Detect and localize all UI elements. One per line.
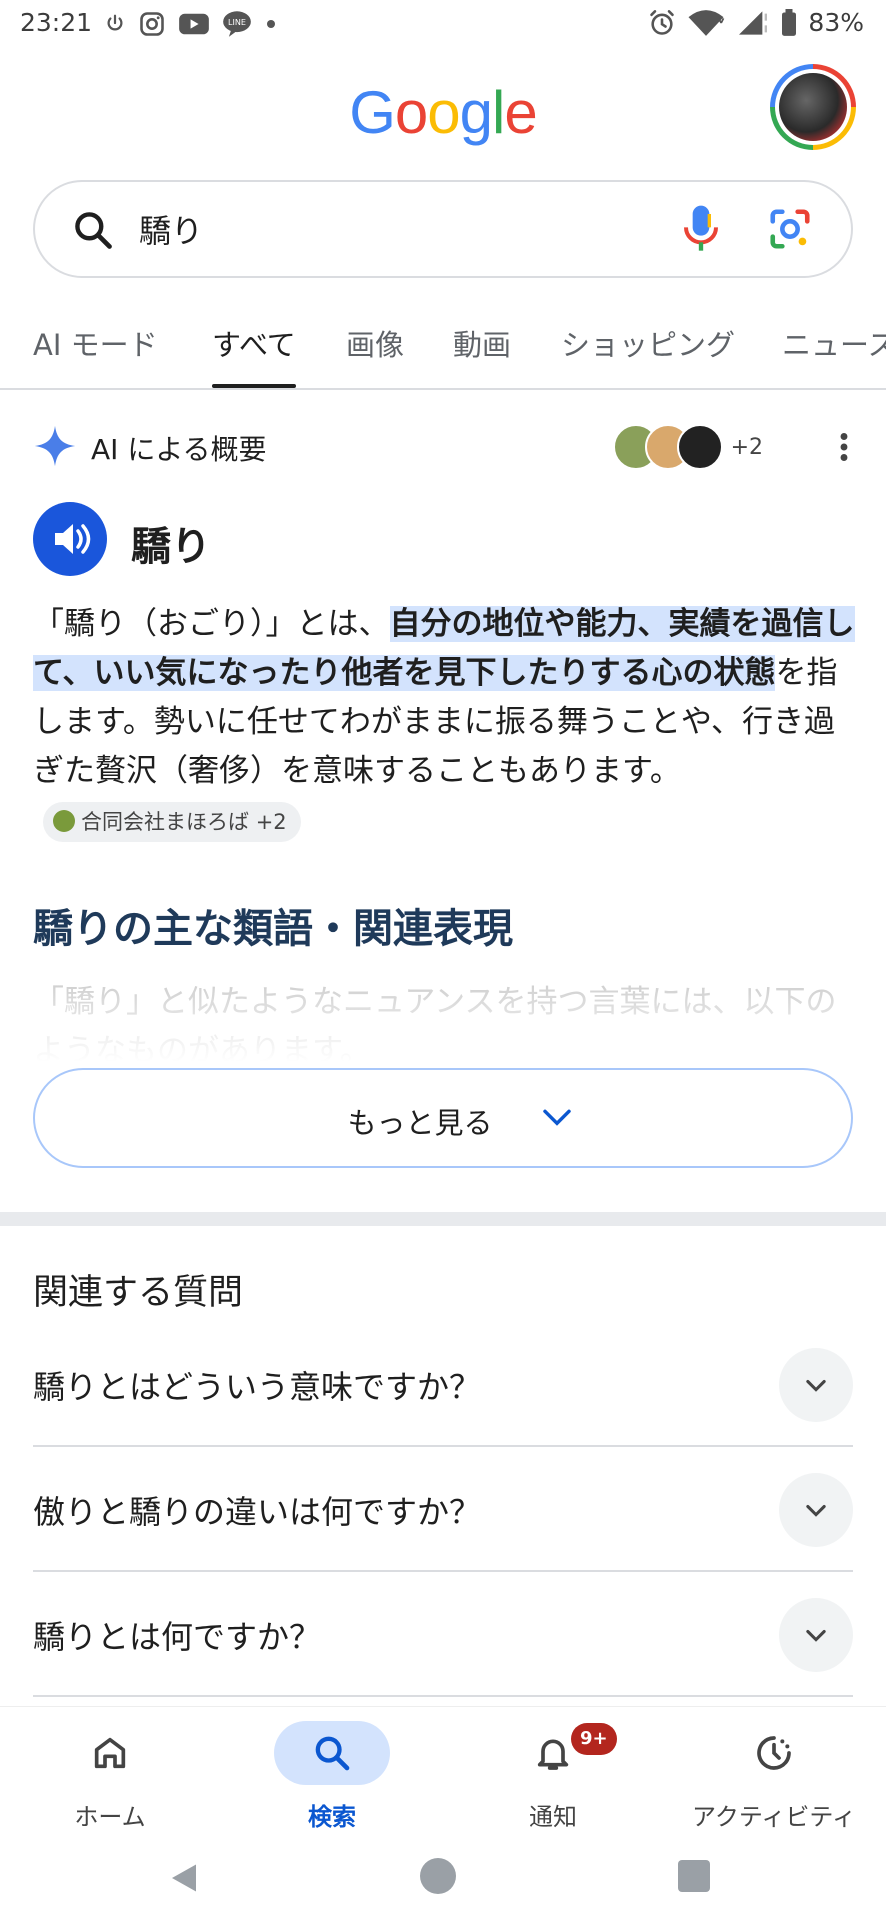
search-input[interactable]: 驕り — [139, 206, 203, 252]
alarm-icon — [650, 9, 675, 35]
nav-home-label: ホーム — [74, 1803, 146, 1831]
chevron-down-icon — [806, 1379, 826, 1392]
instagram-icon — [140, 12, 164, 36]
ai-subheading: 驕りの主な類語・関連表現 — [33, 906, 513, 952]
notification-badge: 9+ — [571, 1723, 617, 1755]
home-icon — [94, 1737, 126, 1769]
back-icon[interactable] — [166, 1860, 202, 1896]
search-tabs: AI モード すべて 画像 動画 ショッピング ニュース — [0, 310, 886, 390]
tab-shopping[interactable]: ショッピング — [561, 322, 735, 388]
nav-search[interactable]: 検索 — [232, 1715, 432, 1831]
activity-icon — [757, 1736, 791, 1770]
status-time: 23:21 — [20, 8, 93, 37]
svg-text:LINE: LINE — [228, 18, 246, 27]
section-divider — [0, 1212, 886, 1226]
related-question-item[interactable]: 驕りとは何ですか？ — [33, 1572, 853, 1697]
logo-letter: G — [349, 79, 396, 146]
related-question-text: 驕りとはどういう意味ですか？ — [33, 1368, 482, 1406]
bottom-navigation: ホーム 検索 9+ 通知 アクティビティ — [0, 1706, 886, 1836]
youtube-icon — [179, 13, 209, 35]
avatar-image — [779, 73, 847, 141]
source-favicon-icon — [676, 424, 723, 470]
ai-word: 驕り — [131, 524, 211, 570]
system-navigation-bar — [0, 1836, 886, 1920]
logo-letter: e — [504, 79, 537, 146]
battery-percentage: 83% — [808, 8, 864, 37]
source-chip[interactable]: 合同会社まほろば +2 — [43, 801, 301, 842]
tab-news[interactable]: ニュース — [782, 322, 886, 388]
sources-more-count: +2 — [730, 434, 763, 460]
nav-home[interactable]: ホーム — [10, 1715, 210, 1831]
bell-icon — [537, 1739, 569, 1770]
home-button-icon[interactable] — [420, 1858, 456, 1894]
dot-icon — [267, 20, 275, 28]
tab-all[interactable]: すべて — [212, 322, 296, 388]
expand-button[interactable] — [779, 1598, 853, 1672]
ai-overview-header: AI による概要 +2 — [33, 420, 853, 476]
logo-letter: g — [459, 79, 493, 146]
ai-sparkle-icon — [34, 425, 76, 467]
speaker-icon — [55, 524, 91, 554]
search-icon — [315, 1736, 350, 1771]
related-question-text: 驕りとは何ですか？ — [33, 1618, 322, 1656]
nav-search-label: 検索 — [308, 1803, 356, 1831]
source-favicon-icon — [53, 809, 75, 832]
status-bar: 23:21 LINE 83% — [0, 0, 886, 52]
ai-source-icons[interactable]: +2 — [612, 424, 763, 470]
chevron-down-icon — [543, 1109, 571, 1126]
chevron-down-icon — [806, 1504, 826, 1517]
ai-faded-text: 「驕り」と似たようなニュアンスを持つ言葉には、以下のようなものがあります。 — [33, 978, 863, 1062]
show-more-label: もっと見る — [347, 1106, 493, 1140]
microphone-icon[interactable] — [681, 204, 721, 254]
tab-images[interactable]: 画像 — [346, 322, 404, 388]
lens-camera-icon[interactable] — [767, 206, 813, 252]
expand-button[interactable] — [779, 1348, 853, 1422]
search-icon — [75, 212, 112, 249]
related-question-item[interactable]: 驕りとはどういう意味ですか？ — [33, 1322, 853, 1447]
ai-body-intro: 「驕り（おごり）」とは、 — [33, 606, 390, 642]
google-logo[interactable]: Google — [0, 78, 886, 147]
speaker-button[interactable] — [33, 502, 107, 576]
chevron-down-icon — [806, 1629, 826, 1642]
tab-ai-mode[interactable]: AI モード — [33, 322, 158, 388]
nav-notifications[interactable]: 9+ 通知 — [453, 1715, 653, 1831]
power-icon — [107, 14, 123, 31]
expand-button[interactable] — [779, 1473, 853, 1547]
related-question-text: 傲りと驕りの違いは何ですか？ — [33, 1493, 482, 1531]
ai-overview-body: 「驕り（おごり）」とは、自分の地位や能力、実績を過信して、いい気になったり他者を… — [33, 600, 863, 845]
nav-notifications-label: 通知 — [529, 1803, 577, 1831]
source-chip-label: 合同会社まほろば — [81, 809, 249, 834]
tab-videos[interactable]: 動画 — [453, 322, 511, 388]
nav-activity[interactable]: アクティビティ — [674, 1715, 874, 1831]
related-questions-list: 驕りとはどういう意味ですか？ 傲りと驕りの違いは何ですか？ 驕りとは何ですか？ — [33, 1322, 853, 1697]
show-more-button[interactable]: もっと見る — [33, 1068, 853, 1168]
wifi-icon — [688, 9, 725, 36]
ai-faded-text-content: 「驕り」と似たようなニュアンスを持つ言葉には、以下のようなものがあります。 — [33, 984, 837, 1062]
ai-overview-title: AI による概要 — [91, 433, 267, 466]
logo-letter: o — [427, 79, 460, 146]
related-question-item[interactable]: 傲りと驕りの違いは何ですか？ — [33, 1447, 853, 1572]
more-options-icon[interactable] — [839, 432, 849, 462]
battery-icon — [782, 8, 797, 36]
signal-icon — [739, 10, 768, 35]
related-questions-title: 関連する質問 — [33, 1273, 244, 1313]
nav-activity-label: アクティビティ — [692, 1803, 856, 1831]
search-box[interactable]: 驕り — [33, 180, 853, 278]
account-avatar[interactable] — [770, 64, 856, 150]
logo-letter: l — [492, 79, 505, 146]
line-icon: LINE — [223, 11, 251, 37]
recent-apps-icon[interactable] — [678, 1860, 710, 1892]
logo-letter: o — [394, 79, 428, 146]
source-chip-more: +2 — [255, 809, 287, 834]
